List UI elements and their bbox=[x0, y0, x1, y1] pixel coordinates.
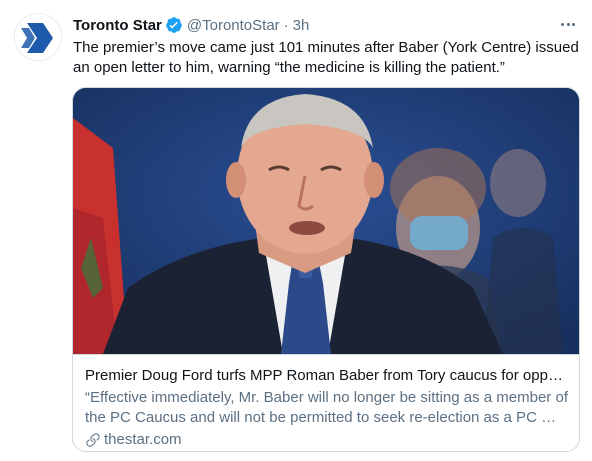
tweet[interactable]: Toronto Star @TorontoStar · 3h The premier… bbox=[0, 0, 592, 461]
link-preview-card[interactable]: Premier Doug Ford turfs MPP Roman Baber … bbox=[72, 87, 580, 452]
verified-icon bbox=[165, 16, 183, 34]
more-dot-icon bbox=[571, 22, 575, 26]
more-options-button[interactable] bbox=[558, 14, 578, 34]
card-title[interactable]: Premier Doug Ford turfs MPP Roman Baber … bbox=[85, 366, 569, 386]
card-domain-text: thestar.com bbox=[104, 431, 182, 448]
more-dot-icon bbox=[561, 22, 565, 26]
tweet-text: The premier’s move came just 101 minutes… bbox=[73, 39, 579, 76]
article-photo bbox=[73, 88, 579, 354]
card-description: “Effective immediately, Mr. Baber will n… bbox=[85, 389, 568, 426]
separator-dot: · bbox=[283, 16, 289, 34]
tweet-timestamp[interactable]: 3h bbox=[293, 17, 310, 34]
tweet-header: Toronto Star @TorontoStar · 3h bbox=[73, 14, 309, 36]
link-icon bbox=[85, 432, 101, 448]
avatar[interactable] bbox=[14, 13, 62, 61]
more-dot-icon bbox=[566, 22, 570, 26]
author-name[interactable]: Toronto Star bbox=[73, 17, 162, 34]
author-handle[interactable]: @TorontoStar bbox=[187, 17, 280, 34]
tweet-meta: @TorontoStar · 3h bbox=[187, 17, 309, 34]
card-domain[interactable]: thestar.com bbox=[85, 430, 569, 450]
toronto-star-logo-icon bbox=[15, 14, 61, 60]
card-body: Premier Doug Ford turfs MPP Roman Baber … bbox=[73, 354, 579, 451]
